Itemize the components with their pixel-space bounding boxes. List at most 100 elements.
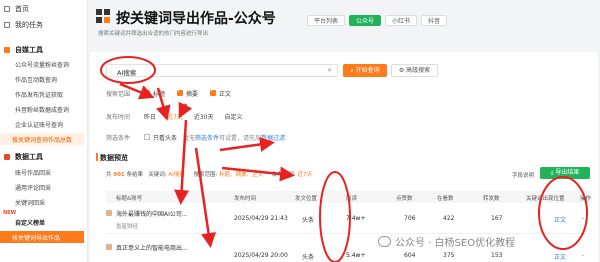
platform-tabs: 平台列表 公众号 小红书 抖音	[307, 15, 451, 26]
sidebar-item-label: 首页	[15, 5, 29, 13]
col-share[interactable]: 转发数	[483, 194, 500, 202]
page-title: 按关键词导出作品-公众号	[116, 11, 276, 27]
result-count: 901	[113, 172, 125, 178]
scope-checkbox-summary[interactable]: 摘要	[177, 88, 198, 98]
publish-position: 头条	[302, 217, 315, 224]
keyword-position[interactable]: 正文	[554, 252, 566, 261]
time-label: 发布时间	[106, 113, 131, 121]
condition-hint: 暂无筛选条件可设置，请先加数据过滤	[183, 134, 286, 142]
sidebar-item-interaction[interactable]: 作品互动数查询	[0, 73, 88, 85]
col-read[interactable]: 阅读	[346, 194, 357, 202]
scope-checkbox-body[interactable]: 正文	[210, 88, 231, 98]
sidebar-item-gzh-fans[interactable]: 公众号流量粉丝查询	[0, 58, 88, 70]
page-subtitle: 搜索关键词并筛选出合适的热门内容进行导出	[98, 31, 209, 37]
col-publish-time: 发布时间	[234, 196, 257, 202]
sidebar-section-media-tools[interactable]: 自媒工具	[0, 44, 88, 56]
read-count: 5.4w+	[346, 252, 366, 259]
scope-checkbox-title[interactable]: 标题	[144, 88, 165, 98]
time-filter-row: 发布时间 昨日 近7天 近30天 自定义	[106, 111, 254, 121]
scope-label: 搜索范围	[106, 90, 131, 98]
checkbox-checked-icon	[144, 88, 150, 96]
time-option-custom[interactable]: 自定义	[224, 112, 242, 121]
search-input[interactable]: AI搜索 ✕	[106, 64, 338, 77]
condition-filter-row: 筛选条件 只看头条 暂无筛选条件可设置，请先加数据过滤	[106, 132, 285, 142]
field-description-link[interactable]: 字段说明	[512, 171, 534, 179]
result-summary: 共 901 条结果 关键词: AI搜索 搜索范围: 标题、摘要、正文 发布时间:…	[106, 172, 313, 178]
tab-xiaohongshu[interactable]: 小红书	[385, 15, 418, 26]
row-action[interactable]: -	[582, 252, 584, 259]
scope-filter-row: 搜索范围 标题 摘要 正文	[106, 88, 243, 98]
like-count: 604	[404, 252, 416, 259]
clear-icon[interactable]: ✕	[327, 67, 332, 74]
watch-count: 422	[443, 215, 455, 222]
sidebar-item-account-collect[interactable]: 账号作品回采	[0, 166, 88, 178]
app-logo-icon	[96, 9, 111, 24]
condition-label: 筛选条件	[106, 134, 131, 142]
tab-douyin[interactable]: 抖音	[421, 15, 448, 26]
share-count: 153	[491, 252, 503, 259]
checkbox-checked-icon	[210, 88, 217, 96]
article-title[interactable]: 真正意义上的智能电商出...	[116, 243, 188, 252]
sidebar-item-keyword-count[interactable]: 搜关键词查询作品总数	[0, 133, 84, 145]
sidebar-item-label: 我的任务	[15, 21, 43, 29]
time-option-7days[interactable]: 近7天	[167, 112, 183, 121]
advanced-search-button[interactable]: ⚙ 高级搜索	[391, 64, 438, 77]
col-watch[interactable]: 在看数	[437, 194, 454, 202]
wechat-icon	[378, 236, 391, 247]
sidebar: 首页 我的任务 自媒工具 公众号流量粉丝查询 作品互动数查询 作品发布凭证获取 …	[0, 0, 88, 262]
time-option-30days[interactable]: 近30天	[194, 112, 214, 121]
range-value: 标题、摘要、正文	[219, 172, 264, 178]
sidebar-item-tasks[interactable]: 我的任务	[0, 19, 88, 31]
table-header: 标题&账号 发布时间 发文位置 阅读 点赞数 在看数 转发数 关键词出现位置 操…	[106, 191, 592, 203]
data-filter-link[interactable]: 数据过滤	[261, 135, 285, 142]
sidebar-section-custom-list[interactable]: 自定义榜单	[0, 216, 88, 228]
read-count: 7.4w+	[346, 215, 366, 222]
watermark: 公众号 · 白杨SEO优化教程	[378, 234, 515, 249]
sidebar-item-enterprise[interactable]: 企业认证账号查询	[0, 118, 88, 130]
export-results-button[interactable]: ⤓ 导出结果	[540, 167, 590, 179]
time-value: 近7天	[297, 172, 313, 178]
media-tools-icon	[4, 47, 10, 53]
search-input-value: AI搜索	[117, 69, 137, 77]
sidebar-section-data-tools[interactable]: 数据工具	[0, 151, 88, 163]
task-icon	[4, 22, 10, 28]
col-like[interactable]: 点赞数	[396, 194, 413, 202]
start-query-button[interactable]: ⌕ 开始查询	[343, 64, 387, 77]
publish-position: 头条	[302, 254, 315, 261]
col-position: 发文位置	[295, 196, 318, 202]
share-count: 167	[491, 215, 503, 222]
col-keyword-position: 关键词出现位置	[526, 196, 565, 202]
checkbox-icon	[144, 134, 150, 140]
account-name: 氪星财经	[116, 224, 139, 230]
condition-link[interactable]: 筛选条件	[195, 135, 219, 142]
table-row: 海外最赚钱的中国AI公司... 氪星财经 2025/04/29 21:43 头条…	[106, 204, 592, 234]
article-thumbnail	[106, 210, 112, 216]
sidebar-item-comment-collect[interactable]: 通用评论回采	[0, 181, 88, 193]
checkbox-checked-icon	[177, 88, 184, 96]
like-count: 706	[404, 215, 416, 222]
time-option-yesterday[interactable]: 昨日	[144, 112, 156, 121]
sidebar-item-keyword-collect[interactable]: 关键词回采	[0, 196, 88, 208]
publish-time: 2025/04/29 20:00	[234, 252, 288, 259]
section-marker	[96, 153, 98, 161]
sidebar-item-publish-proof[interactable]: 作品发布凭证获取	[0, 88, 88, 100]
main-panel: AI搜索 ✕ ⌕ 开始查询 ⚙ 高级搜索 搜索范围 标题 摘要 正文 发布时间 …	[90, 52, 598, 262]
keyword-position[interactable]: 正文	[554, 215, 566, 224]
home-icon	[4, 6, 10, 12]
data-tools-icon	[4, 154, 10, 160]
sidebar-item-douyin-fans[interactable]: 抖音粉丝数据成查询	[0, 103, 88, 115]
row-action[interactable]: -	[582, 215, 584, 222]
col-title-account: 标题&账号	[116, 196, 143, 202]
only-headline-checkbox[interactable]: 只看头条	[144, 133, 177, 142]
sidebar-item-export-by-keyword[interactable]: 按关键词导出作品	[0, 231, 84, 243]
table-row: 真正意义上的智能电商出... 2025/04/29 20:00 头条 5.4w+…	[106, 238, 592, 262]
watch-count: 375	[443, 252, 455, 259]
sidebar-item-home[interactable]: 首页	[0, 3, 88, 15]
keyword-value: AI搜索	[168, 172, 185, 178]
publish-time: 2025/04/29 21:43	[234, 215, 288, 222]
tab-gongzhonghao[interactable]: 公众号	[349, 15, 382, 26]
tab-platform-list[interactable]: 平台列表	[307, 15, 346, 26]
col-action: 操作	[580, 196, 592, 202]
article-thumbnail	[106, 244, 112, 250]
article-title[interactable]: 海外最赚钱的中国AI公司...	[116, 209, 188, 218]
